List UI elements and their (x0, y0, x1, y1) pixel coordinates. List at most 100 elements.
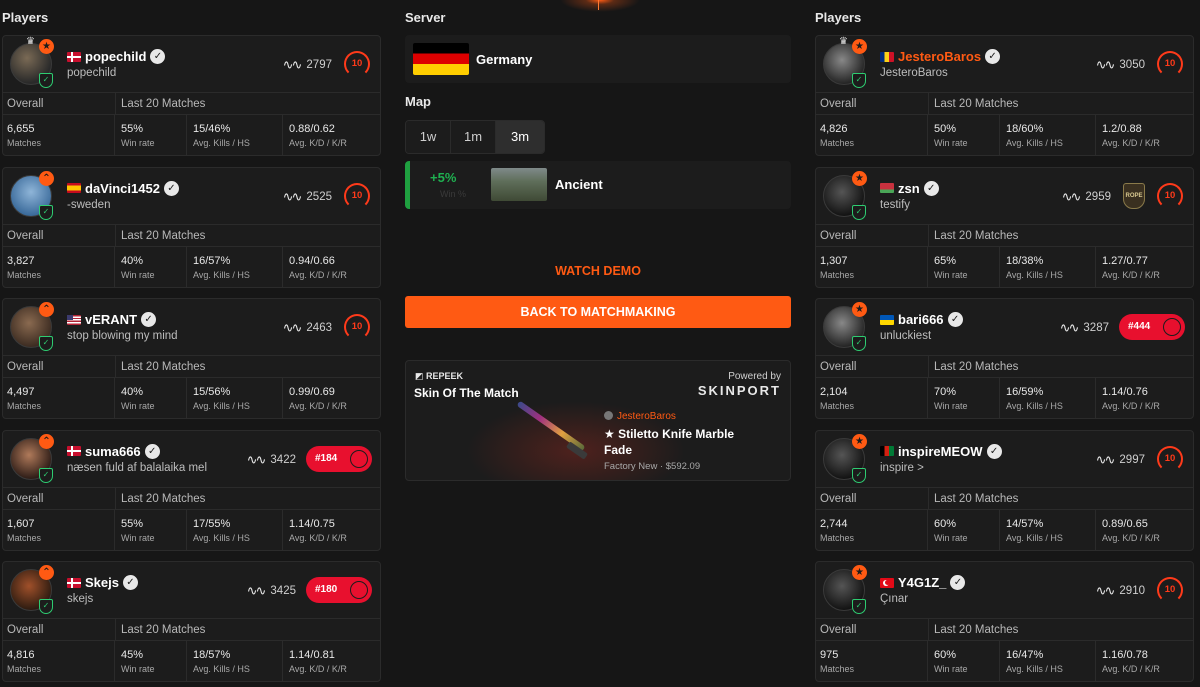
player-name[interactable]: popechild (85, 49, 146, 64)
matches-value: 975 (820, 649, 839, 661)
player-card[interactable]: ⌃ ✓ daVinci1452 ✓ -sweden ∿∿ 2525 10 Ove… (2, 166, 381, 288)
player-name-line: Skejs ✓ (67, 575, 138, 590)
repeek-brand: REPEEK (426, 371, 464, 381)
kills-stat: 15/56% Avg. Kills / HS (193, 378, 283, 418)
winrate-stat: 55% Win rate (121, 115, 187, 155)
player-stats: Overall Last 20 Matches 2,104 Matches 70%… (816, 356, 1193, 418)
player-stats: Overall Last 20 Matches 1,607 Matches 55%… (3, 487, 380, 550)
winrate-label: Win rate (934, 269, 968, 280)
matches-value: 4,816 (7, 649, 35, 661)
player-stats: Overall Last 20 Matches 4,826 Matches 50%… (816, 93, 1193, 155)
kd-label: Avg. K/D / K/R (1102, 401, 1160, 411)
back-to-matchmaking-button[interactable]: BACK TO MATCHMAKING (405, 296, 791, 328)
elo: ∿∿ 3425 (247, 583, 296, 599)
country-flag-icon (880, 51, 894, 62)
stats-header-row: Overall Last 20 Matches (3, 619, 380, 641)
elo: ∿∿ 2910 (1096, 583, 1145, 599)
player-header: ⌃ ✓ vERANT ✓ stop blowing my mind ∿∿ 246… (3, 299, 380, 356)
player-subname: unluckiest (880, 330, 932, 342)
stats-header-row: Overall Last 20 Matches (3, 224, 380, 247)
level-badge: 10 (1157, 51, 1183, 77)
winrate-stat: 65% Win rate (934, 246, 1000, 287)
verified-shield-icon: ✓ (852, 204, 866, 220)
player-card[interactable]: ★ ✓ zsn ✓ testify ∿∿ 2959 ROPE 10 Overal… (815, 166, 1194, 288)
kd-value: 0.89/0.65 (1102, 517, 1148, 530)
elo-value: 3287 (1083, 322, 1109, 334)
player-name[interactable]: bari666 (898, 312, 944, 327)
matches-value: 3,827 (7, 254, 35, 267)
player-subname: JesteroBaros (880, 67, 948, 79)
player-name[interactable]: JesteroBaros (898, 49, 981, 64)
kills-label: Avg. Kills / HS (193, 532, 250, 543)
kd-value: 0.88/0.62 (289, 123, 335, 135)
elo: ∿∿ 3050 (1096, 57, 1145, 73)
tab-1m[interactable]: 1m (451, 121, 496, 153)
player-name[interactable]: Y4G1Z_ (898, 575, 946, 590)
kd-stat: 1.16/0.78 Avg. K/D / K/R (1102, 641, 1192, 681)
player-name[interactable]: inspireMEOW (898, 444, 983, 459)
kd-stat: 0.88/0.62 Avg. K/D / K/R (289, 115, 379, 155)
player-stats: Overall Last 20 Matches 1,307 Matches 65%… (816, 224, 1193, 287)
player-stats: Overall Last 20 Matches 3,827 Matches 40%… (3, 224, 380, 287)
map-card[interactable]: +5% Win % Ancient (405, 161, 791, 209)
skin-title: Skin Of The Match (414, 386, 519, 400)
kd-stat: 0.89/0.65 Avg. K/D / K/R (1102, 510, 1192, 550)
player-name[interactable]: zsn (898, 181, 920, 196)
winrate-label: Win rate (121, 532, 155, 543)
player-subname: testify (880, 198, 911, 211)
elo-value: 2525 (306, 190, 332, 203)
verified-shield-icon: ✓ (39, 467, 53, 483)
overall-header: Overall (820, 624, 857, 636)
winrate-label: Win rate (121, 138, 155, 148)
kills-value: 18/57% (193, 649, 231, 661)
tab-3m[interactable]: 3m (496, 121, 544, 153)
stats-header-row: Overall Last 20 Matches (816, 356, 1193, 378)
player-card[interactable]: ⌃ ✓ vERANT ✓ stop blowing my mind ∿∿ 246… (2, 298, 381, 419)
kills-value: 17/55% (193, 517, 231, 530)
player-card[interactable]: ★ ✓ bari666 ✓ unluckiest ∿∿ 3287 #444 Ov… (815, 298, 1194, 419)
player-card[interactable]: ★ ✓ inspireMEOW ✓ inspire > ∿∿ 2997 10 O… (815, 429, 1194, 551)
overall-header: Overall (7, 361, 44, 373)
kills-stat: 17/55% Avg. Kills / HS (193, 509, 283, 550)
player-card[interactable]: ♛ ★ ✓ popechild ✓ popechild ∿∿ 2797 10 O… (2, 35, 381, 156)
player-card[interactable]: ♛ ★ ✓ JesteroBaros ✓ JesteroBaros ∿∿ 305… (815, 35, 1194, 156)
skin-of-the-match-card[interactable]: ◩ REPEEK Skin Of The Match Powered by SK… (405, 360, 791, 481)
country-flag-icon (880, 314, 894, 325)
winrate-label: Win rate (934, 138, 968, 148)
player-name[interactable]: suma666 (85, 444, 141, 459)
tab-1w[interactable]: 1w (406, 121, 451, 153)
kills-label: Avg. Kills / HS (1006, 532, 1063, 543)
trend-icon: ∿∿ (1061, 188, 1082, 204)
kills-label: Avg. Kills / HS (1006, 138, 1063, 148)
stats-values-row: 1,607 Matches 55% Win rate 17/55% Avg. Kill… (3, 509, 380, 550)
winrate-stat: 70% Win rate (934, 378, 1000, 418)
matches-label: Matches (7, 664, 42, 674)
kills-value: 15/56% (193, 386, 231, 398)
skin-price: Factory New · $592.09 (604, 461, 701, 472)
player-name[interactable]: vERANT (85, 312, 137, 327)
level-badge: 10 (1157, 445, 1183, 472)
player-stats: Overall Last 20 Matches 6,655 Matches 55%… (3, 93, 380, 155)
elo: ∿∿ 3287 (1060, 320, 1109, 336)
country-flag-icon (67, 183, 81, 193)
player-card[interactable]: ★ ✓ Y4G1Z_ ✓ Çınar ∿∿ 2910 10 Overall La… (815, 561, 1194, 682)
player-header: ★ ✓ inspireMEOW ✓ inspire > ∿∿ 2997 10 (816, 431, 1193, 488)
kd-label: Avg. K/D / K/R (289, 532, 347, 543)
skinport-logo[interactable]: SKINPORT (698, 383, 781, 398)
kd-value: 1.14/0.81 (289, 649, 335, 661)
winrate-value: 50% (934, 123, 957, 135)
verified-icon: ✓ (923, 180, 939, 196)
stats-header-row: Overall Last 20 Matches (3, 93, 380, 115)
player-card[interactable]: ⌃ ✓ suma666 ✓ næsen fuld af balalaika me… (2, 429, 381, 551)
team-right: ♛ ★ ✓ JesteroBaros ✓ JesteroBaros ∿∿ 305… (815, 35, 1194, 687)
player-name[interactable]: Skejs (85, 575, 119, 590)
player-name[interactable]: daVinci1452 (85, 181, 160, 196)
kd-value: 1.2/0.88 (1102, 123, 1142, 135)
elo-value: 2910 (1119, 585, 1145, 597)
kills-value: 18/38% (1006, 254, 1044, 267)
watch-demo-button[interactable]: WATCH DEMO (405, 264, 791, 278)
player-card[interactable]: ⌃ ✓ Skejs ✓ skejs ∿∿ 3425 #180 Overall L… (2, 561, 381, 682)
trend-icon: ∿∿ (1095, 57, 1116, 72)
matches-label: Matches (7, 269, 42, 280)
player-stats: Overall Last 20 Matches 975 Matches 60% Wi… (816, 619, 1193, 681)
